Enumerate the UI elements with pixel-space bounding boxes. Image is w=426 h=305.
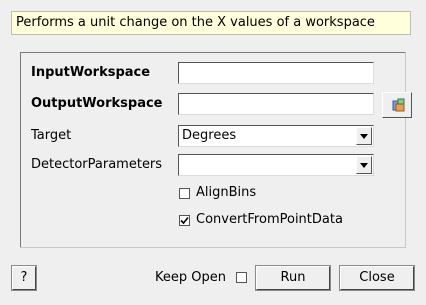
target-selected-value: Degrees — [182, 128, 237, 143]
chevron-down-icon[interactable] — [356, 127, 372, 145]
workspace-browse-button[interactable] — [382, 92, 412, 118]
run-button[interactable]: Run — [255, 265, 331, 291]
target-label: Target — [31, 128, 72, 143]
input-workspace-field[interactable] — [178, 62, 374, 84]
keep-open-label: Keep Open — [155, 270, 226, 285]
algorithm-description: Performs a unit change on the X values o… — [11, 11, 411, 35]
output-workspace-label: OutputWorkspace — [31, 96, 163, 111]
keep-open-checkbox[interactable] — [236, 272, 247, 283]
workspace-browse-icon — [392, 98, 405, 112]
input-workspace-label: InputWorkspace — [31, 65, 151, 80]
detector-parameters-select[interactable] — [178, 154, 374, 176]
chevron-down-icon[interactable] — [356, 156, 372, 174]
close-button[interactable]: Close — [339, 265, 415, 291]
detector-parameters-label: DetectorParameters — [31, 157, 163, 172]
output-workspace-field[interactable] — [178, 93, 374, 115]
convert-from-point-data-checkbox[interactable] — [179, 215, 190, 226]
convert-from-point-data-label: ConvertFromPointData — [196, 212, 343, 227]
help-button[interactable]: ? — [11, 265, 37, 291]
checkmark-icon — [180, 216, 189, 225]
align-bins-checkbox[interactable] — [179, 188, 190, 199]
target-select[interactable]: Degrees — [178, 125, 374, 147]
align-bins-label: AlignBins — [196, 185, 257, 200]
